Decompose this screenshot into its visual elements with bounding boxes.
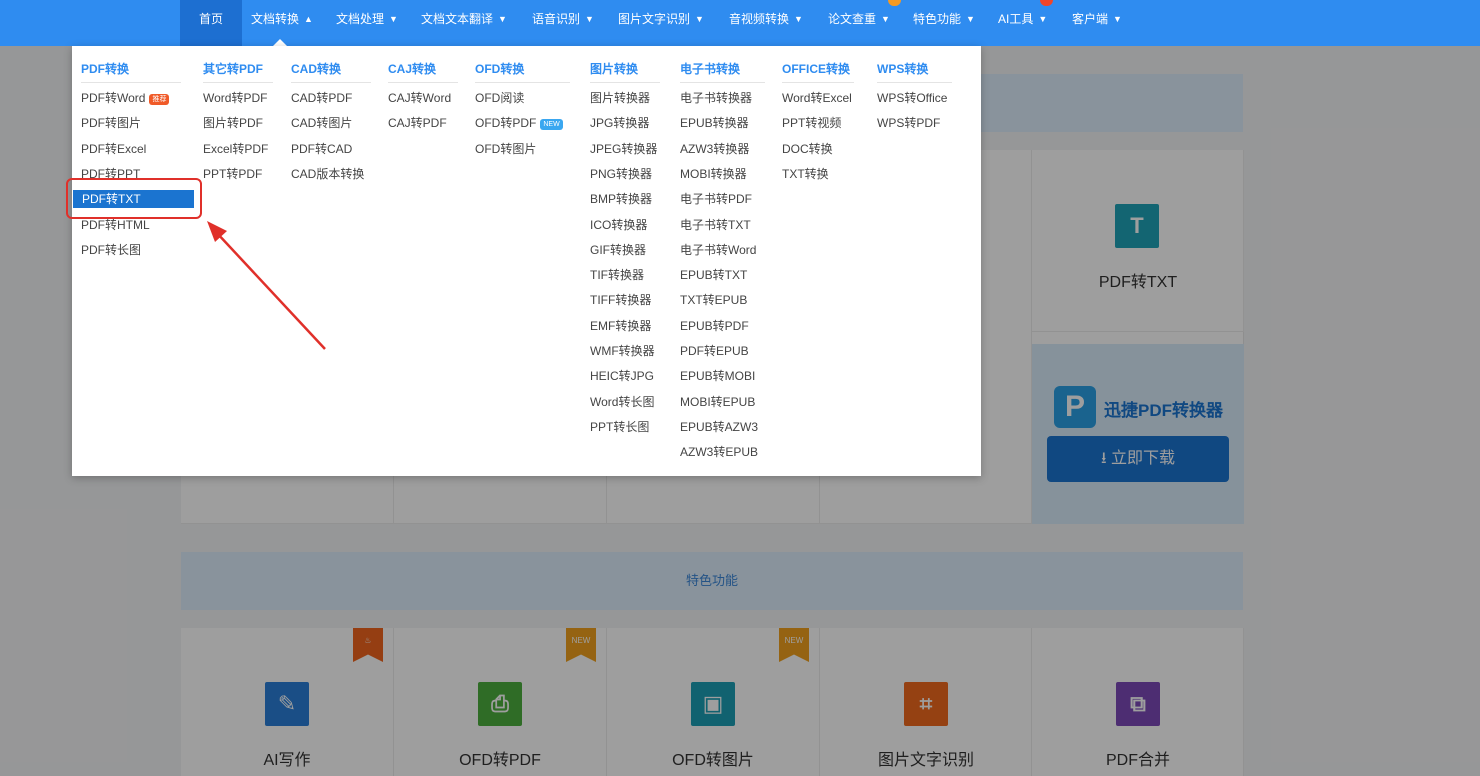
annotation-arrow [207, 221, 326, 350]
